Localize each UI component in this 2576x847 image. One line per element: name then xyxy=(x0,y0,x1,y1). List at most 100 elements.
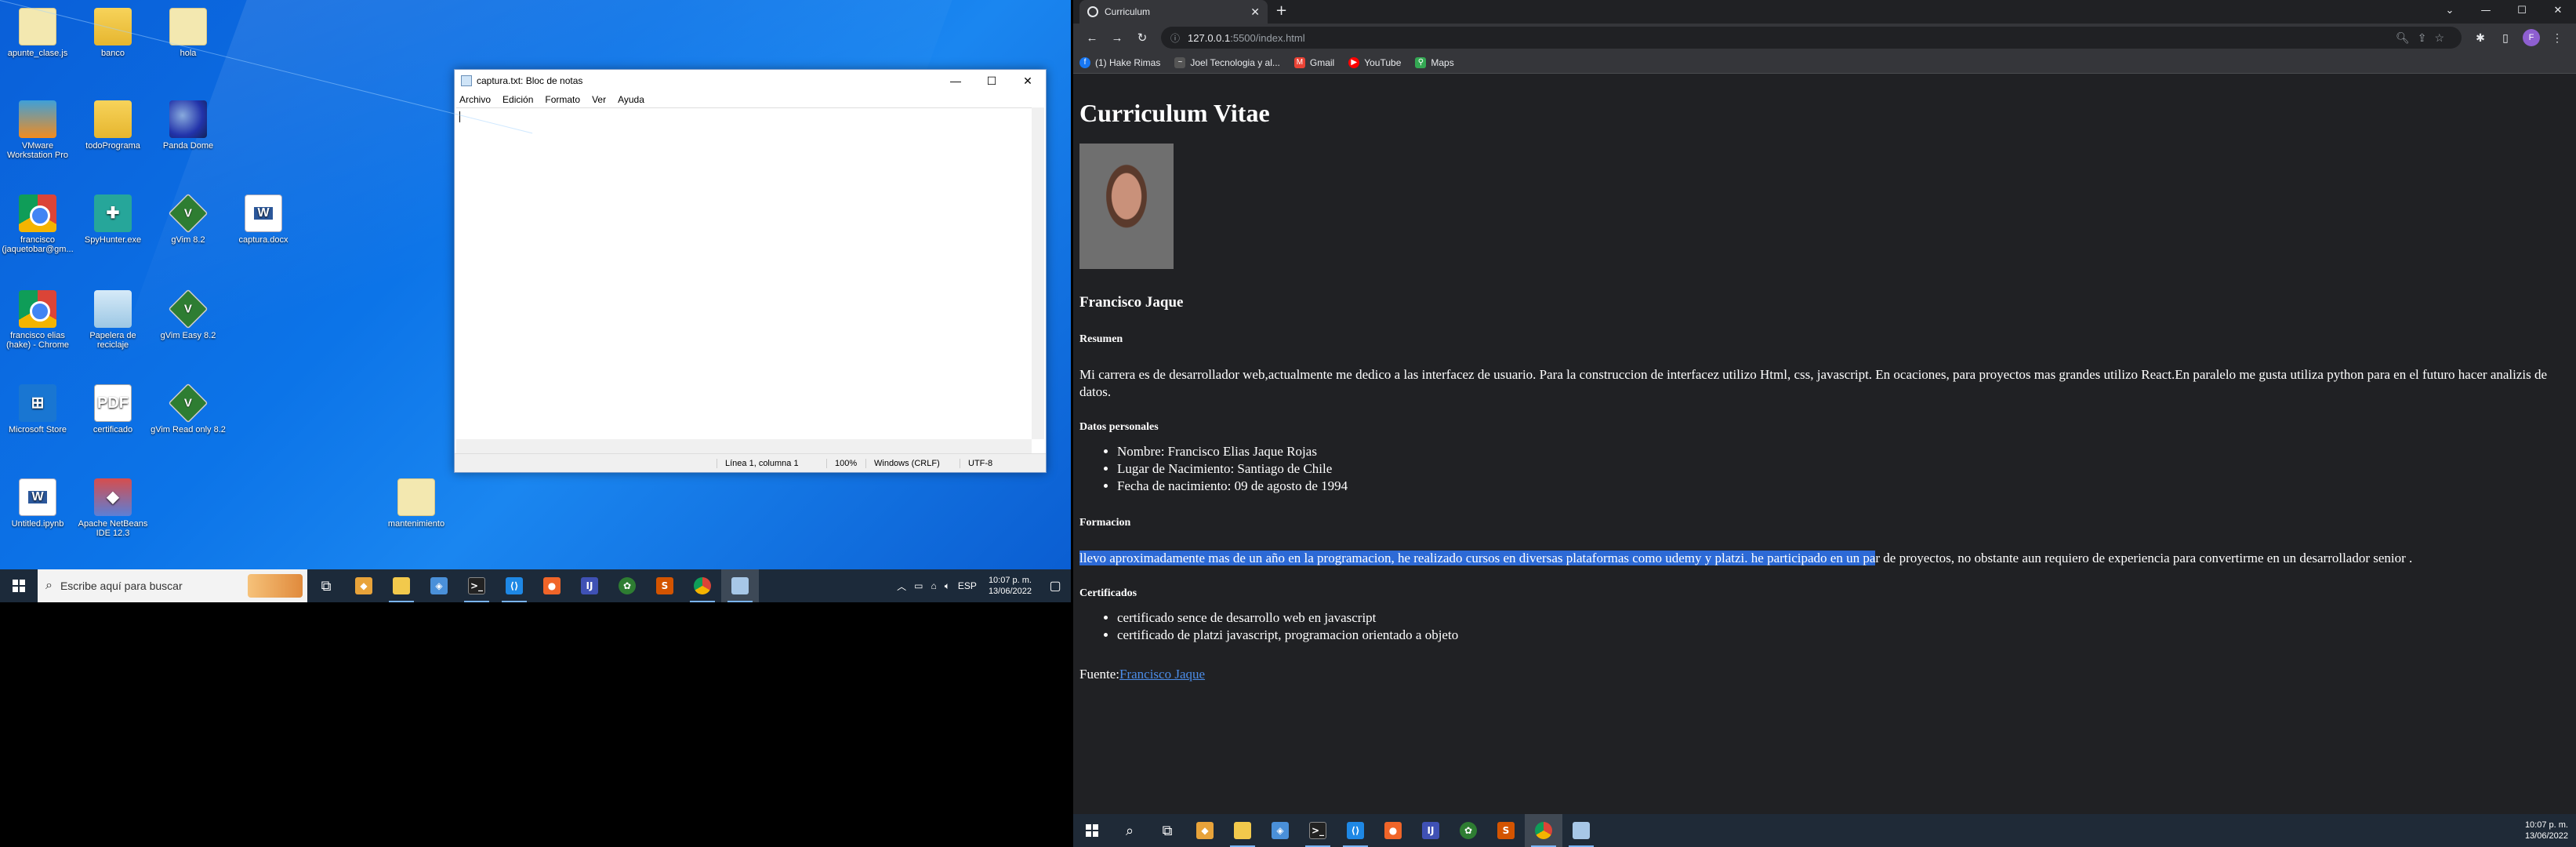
desktop-icon-spyhunter[interactable]: ✚ SpyHunter.exe xyxy=(75,194,151,245)
horizontal-scrollbar[interactable] xyxy=(456,439,1032,453)
minimize-icon[interactable]: — xyxy=(2468,0,2504,22)
tab-search-icon[interactable]: ⌄ xyxy=(2432,0,2468,22)
menu-archivo[interactable]: Archivo xyxy=(459,94,491,105)
battery-icon[interactable]: ▭ xyxy=(914,580,923,591)
taskbar-chrome[interactable] xyxy=(684,569,721,602)
taskbar-app-8[interactable]: ✿ xyxy=(608,569,646,602)
system-tray: ︿ ▭ ⌂ 🔈︎ ESP 10:07 p. m. 13/06/2022 ▢ xyxy=(893,569,1071,602)
close-icon[interactable]: ✕ xyxy=(1010,75,1046,88)
desktop-icon-captura-docx[interactable]: W captura.docx xyxy=(226,194,301,245)
notepad-titlebar[interactable]: captura.txt: Bloc de notas — ☐ ✕ xyxy=(455,70,1046,92)
desktop-icon-banco[interactable]: banco xyxy=(75,8,151,58)
taskbar-app-1[interactable]: ◆ xyxy=(345,569,383,602)
desktop-icon-todoprograma[interactable]: todoPrograma xyxy=(75,100,151,151)
menu-edicion[interactable]: Edición xyxy=(503,94,533,105)
taskbar-explorer[interactable] xyxy=(1224,814,1261,847)
desktop-icon-label: hola xyxy=(180,49,197,58)
maximize-icon[interactable]: ☐ xyxy=(2504,0,2540,22)
taskbar-app-6[interactable]: ● xyxy=(1374,814,1412,847)
taskbar-chrome[interactable] xyxy=(1525,814,1562,847)
bookmark-youtube[interactable]: ▶ YouTube xyxy=(1348,56,1401,68)
desktop-icon-gvim-readonly[interactable]: V gVim Read only 8.2 xyxy=(151,383,226,434)
taskbar-vscode[interactable]: ⟨⟩ xyxy=(1337,814,1374,847)
desktop-icon-gvim[interactable]: V gVim 8.2 xyxy=(151,193,226,245)
taskbar-notepad[interactable] xyxy=(1562,814,1600,847)
start-button[interactable] xyxy=(0,569,38,602)
bookmark-label: (1) Hake Rimas xyxy=(1095,56,1161,68)
fuente-link[interactable]: Francisco Jaque xyxy=(1119,667,1205,682)
desktop-icon-apunte[interactable]: apunte_clase.js xyxy=(0,8,75,58)
vertical-scrollbar[interactable] xyxy=(1032,107,1044,439)
folder-icon xyxy=(94,100,132,138)
menu-icon[interactable]: ⋮ xyxy=(2545,31,2570,45)
volume-icon[interactable]: 🔈︎ xyxy=(945,580,950,592)
selected-text[interactable]: llevo aproximadamente mas de un año en l… xyxy=(1079,551,1876,565)
clock[interactable]: 10:07 p. m. 13/06/2022 xyxy=(989,575,1032,597)
new-tab-button[interactable]: + xyxy=(1275,2,1287,19)
desktop-icon-panda[interactable]: Panda Dome xyxy=(151,100,226,151)
app-icon: ✿ xyxy=(1460,822,1477,839)
bookmark-gmail[interactable]: M Gmail xyxy=(1293,56,1335,68)
taskbar-app-9[interactable]: S xyxy=(1487,814,1525,847)
maximize-icon[interactable]: ☐ xyxy=(974,75,1010,88)
taskbar-terminal[interactable]: >_ xyxy=(1299,814,1337,847)
app-icon: ✿ xyxy=(619,577,636,594)
language-indicator[interactable]: ESP xyxy=(958,580,977,591)
task-view-button[interactable]: ⧉ xyxy=(307,569,345,602)
back-icon[interactable]: ← xyxy=(1079,31,1105,45)
desktop-icon-vmware[interactable]: VMware Workstation Pro xyxy=(0,100,75,160)
chevron-up-icon[interactable]: ︿ xyxy=(897,580,906,593)
info-icon[interactable]: ⓘ xyxy=(1170,31,1180,45)
start-button[interactable] xyxy=(1073,814,1111,847)
tab-curriculum[interactable]: Curriculum ✕ xyxy=(1079,0,1268,24)
menu-formato[interactable]: Formato xyxy=(545,94,580,105)
close-tab-icon[interactable]: ✕ xyxy=(1250,5,1260,19)
minimize-icon[interactable]: — xyxy=(938,75,974,88)
clock[interactable]: 10:07 p. m. 13/06/2022 xyxy=(2525,820,2568,842)
taskbar-app-7[interactable]: IJ xyxy=(1412,814,1449,847)
bookmark-label: Gmail xyxy=(1309,56,1335,68)
desktop-icon-untitled[interactable]: W Untitled.ipynb xyxy=(0,478,75,529)
address-bar[interactable]: ⓘ 127.0.0.1:5500/index.html 🔍︎⇪☆ xyxy=(1161,27,2462,49)
taskbar-app-9[interactable]: S xyxy=(646,569,684,602)
desktop-icon-chrome-hake[interactable]: francisco elias (hake) - Chrome xyxy=(0,290,75,350)
bookmark-maps[interactable]: ⚲ Maps xyxy=(1415,56,1454,68)
desktop-icon-netbeans[interactable]: ◆ Apache NetBeans IDE 12.3 xyxy=(75,478,151,538)
close-icon[interactable]: ✕ xyxy=(2540,0,2576,22)
taskbar-terminal[interactable]: >_ xyxy=(458,569,495,602)
desktop-icon-certificado[interactable]: PDF certificado xyxy=(75,384,151,434)
menu-ver[interactable]: Ver xyxy=(592,94,606,105)
forward-icon[interactable]: → xyxy=(1105,31,1130,45)
taskbar-app-3[interactable]: ◈ xyxy=(420,569,458,602)
taskbar-app-7[interactable]: IJ xyxy=(571,569,608,602)
side-panel-icon[interactable]: ▯ xyxy=(2493,31,2518,45)
desktop-icon-hola[interactable]: hola xyxy=(151,8,226,58)
taskbar-app-1[interactable]: ◆ xyxy=(1186,814,1224,847)
desktop-icon-gvim-easy[interactable]: V gVim Easy 8.2 xyxy=(151,289,226,340)
notifications-icon[interactable]: ▢ xyxy=(1039,578,1071,594)
profile-avatar[interactable]: F xyxy=(2523,29,2540,46)
taskbar-app-8[interactable]: ✿ xyxy=(1449,814,1487,847)
notepad-editor[interactable] xyxy=(456,107,1032,439)
taskbar-app-3[interactable]: ◈ xyxy=(1261,814,1299,847)
omnibox-actions[interactable]: 🔍︎⇪☆ xyxy=(2396,31,2452,45)
taskbar-notepad[interactable] xyxy=(721,569,759,602)
taskbar-search[interactable]: ⌕ Escribe aquí para buscar xyxy=(38,569,307,602)
taskbar-app-6[interactable]: ● xyxy=(533,569,571,602)
desktop-icon-microsoft-store[interactable]: ⊞ Microsoft Store xyxy=(0,384,75,434)
notepad-window[interactable]: captura.txt: Bloc de notas — ☐ ✕ Archivo… xyxy=(454,69,1047,473)
task-view-button[interactable]: ⧉ xyxy=(1148,814,1186,847)
desktop-icon-chrome-francisco[interactable]: francisco (jaquetobar@gm... xyxy=(0,194,75,254)
bookmark-hake-rimas[interactable]: f (1) Hake Rimas xyxy=(1079,56,1161,68)
search-button[interactable]: ⌕ xyxy=(1111,814,1148,847)
desktop-icon-mantenimiento[interactable]: mantenimiento xyxy=(379,478,454,529)
reload-icon[interactable]: ↻ xyxy=(1130,31,1155,45)
taskbar-explorer[interactable] xyxy=(383,569,420,602)
network-icon[interactable]: ⌂ xyxy=(931,580,936,591)
desktop-icon-recycle-bin[interactable]: Papelera de reciclaje xyxy=(75,290,151,350)
taskbar-vscode[interactable]: ⟨⟩ xyxy=(495,569,533,602)
menu-ayuda[interactable]: Ayuda xyxy=(618,94,644,105)
chrome-tabstrip: Curriculum ✕ + ⌄ — ☐ ✕ xyxy=(1073,0,2576,24)
extensions-icon[interactable]: ✱ xyxy=(2468,31,2493,45)
bookmark-joel[interactable]: ~ Joel Tecnologia y al... xyxy=(1174,56,1280,68)
